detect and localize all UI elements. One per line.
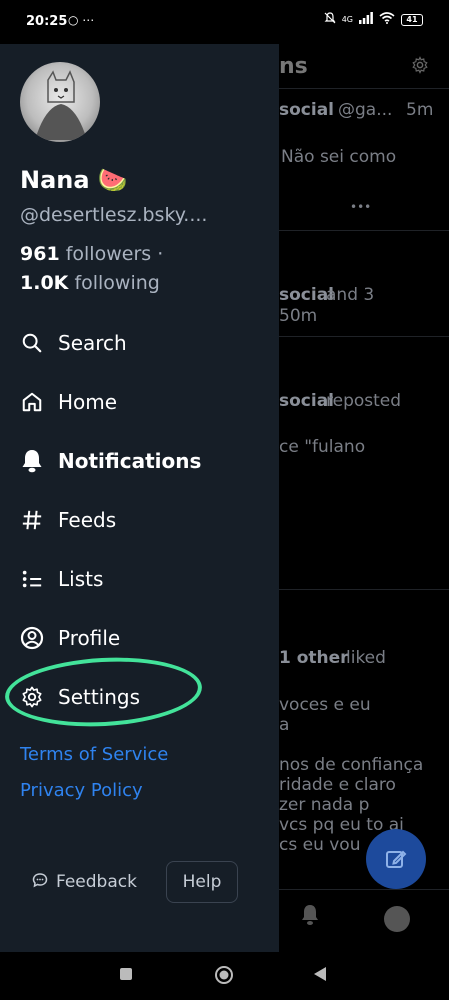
followers-label: followers ·	[65, 243, 164, 265]
help-button[interactable]: Help	[166, 861, 238, 903]
recents-button[interactable]	[119, 966, 133, 985]
followers-count: 961	[20, 243, 60, 265]
menu-item-label: Search	[58, 331, 127, 355]
bell-icon	[20, 449, 44, 473]
home-icon	[20, 390, 44, 414]
bg-more-icon: •••	[350, 200, 372, 214]
mute-icon	[324, 12, 336, 27]
menu-item-label: Lists	[58, 567, 104, 591]
avatar[interactable]	[20, 62, 100, 142]
hash-icon	[20, 508, 44, 532]
back-triangle-icon	[314, 967, 326, 981]
following-stat[interactable]: 1.0K following	[20, 272, 160, 294]
bg-post-time: 5m	[406, 100, 434, 120]
square-icon	[120, 968, 132, 980]
menu-item-label: Notifications	[58, 449, 202, 473]
following-label: following	[74, 272, 160, 294]
menu-item-label: Feeds	[58, 508, 117, 532]
network-label: 4G	[341, 15, 353, 24]
menu-item-lists[interactable]: Lists	[20, 559, 103, 599]
privacy-policy-link[interactable]: Privacy Policy	[20, 780, 143, 801]
signal-icon	[359, 12, 373, 27]
bg-notif-rest: reposted	[326, 391, 402, 411]
feedback-label: Feedback	[56, 872, 137, 892]
bg-gear-icon	[411, 56, 429, 78]
feedback-button[interactable]: Feedback	[32, 862, 137, 902]
chat-bubble-icon	[32, 872, 48, 893]
status-right-icons: 4G 41	[324, 12, 423, 27]
bg-notif-rest: and 3	[326, 285, 375, 305]
bg-notif-line: voces e eu	[279, 695, 371, 715]
status-time: 20:25	[26, 14, 68, 29]
side-drawer: Nana 🍉 @desertlesz.bsky.... 961 follower…	[0, 44, 279, 952]
bg-post-author: social	[279, 100, 335, 120]
menu-item-feeds[interactable]: Feeds	[20, 500, 116, 540]
bg-notif-line: a	[279, 715, 290, 735]
notification-icons: ○ ⋯	[68, 13, 95, 27]
back-button[interactable]	[313, 966, 327, 986]
home-nav-button[interactable]	[214, 965, 234, 989]
search-icon	[20, 331, 44, 355]
list-icon	[20, 567, 44, 591]
menu-item-home[interactable]: Home	[20, 382, 117, 422]
menu-item-search[interactable]: Search	[20, 323, 127, 363]
bg-notif-line: zer nada p	[279, 795, 370, 815]
bg-notif-line: cs eu vou	[279, 835, 361, 855]
bg-notif-line: nos de confiança	[279, 755, 424, 775]
android-nav-bar	[0, 952, 449, 1000]
following-count: 1.0K	[20, 272, 69, 294]
bg-avatar	[384, 906, 410, 932]
menu-item-label: Home	[58, 390, 118, 414]
wifi-icon	[379, 12, 395, 27]
followers-stat[interactable]: 961 followers ·	[20, 243, 163, 265]
settings-highlight-annotation	[3, 652, 204, 732]
compose-button[interactable]	[366, 829, 426, 889]
bg-notif-text: ce "fulano	[279, 437, 366, 457]
status-bar: 20:25 ○ ⋯ 4G 41	[0, 0, 449, 44]
display-name: Nana 🍉	[20, 166, 128, 194]
battery-icon: 41	[401, 13, 423, 26]
user-circle-icon	[20, 626, 44, 650]
bg-notif-rest: liked	[346, 648, 386, 668]
menu-item-label: Profile	[58, 626, 121, 650]
bg-post-handle: @ga...	[338, 100, 393, 120]
bg-notif-line: ridade e claro	[279, 775, 396, 795]
user-handle: @desertlesz.bsky....	[20, 204, 208, 226]
bg-bell-icon	[300, 904, 320, 930]
menu-item-profile[interactable]: Profile	[20, 618, 120, 658]
menu-item-notifications[interactable]: Notifications	[20, 441, 201, 481]
compose-icon	[386, 850, 407, 868]
circle-icon	[215, 966, 233, 984]
bg-post-text: Não sei como	[281, 147, 397, 167]
bg-notif-time: 50m	[279, 306, 318, 326]
bg-page-title: ns	[279, 54, 308, 79]
terms-of-service-link[interactable]: Terms of Service	[20, 744, 168, 765]
bg-notif-actor: 1 other	[279, 648, 349, 668]
